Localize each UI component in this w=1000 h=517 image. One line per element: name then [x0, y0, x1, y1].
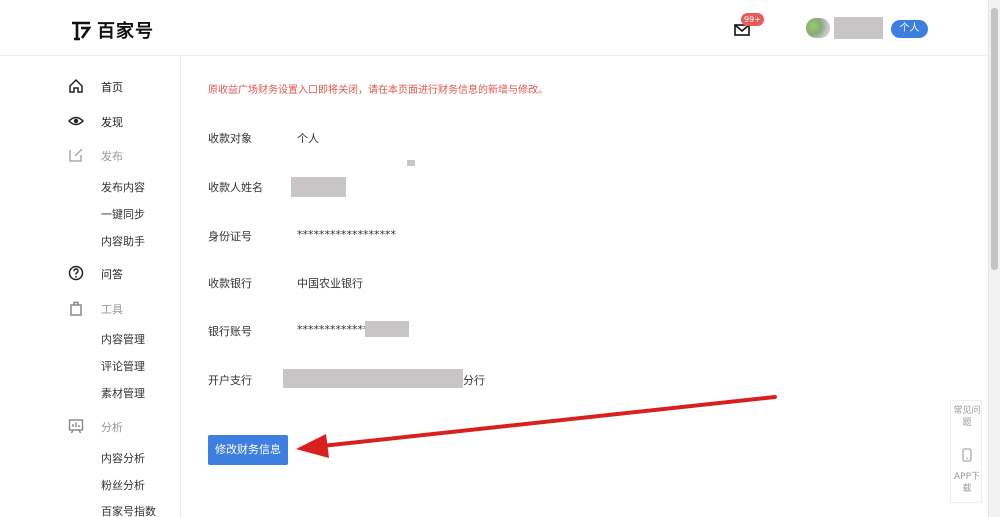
eye-icon: [67, 113, 85, 129]
branch-redacted: [283, 369, 463, 388]
sidebar-item-content-manage[interactable]: 内容管理: [101, 331, 145, 347]
username-redacted[interactable]: [834, 17, 883, 39]
account-number-label: 银行账号: [208, 325, 252, 338]
bank-label: 收款银行: [208, 277, 252, 290]
branch-value: 分行: [463, 374, 485, 387]
redacted-mark: [407, 160, 415, 166]
sidebar-item-label: 问答: [101, 268, 123, 281]
finance-info-panel: 原收益广场财务设置入口即将关闭，请在本页面进行财务信息的新增与修改。 收款对象 …: [182, 57, 988, 517]
home-icon: [68, 78, 84, 94]
phone-icon: [961, 448, 973, 462]
sidebar-item-fans-analysis[interactable]: 粉丝分析: [101, 477, 145, 493]
sidebar-item-comment-manage[interactable]: 评论管理: [101, 358, 145, 374]
sidebar-item-analysis: 分析: [68, 418, 123, 434]
question-icon: [68, 265, 84, 281]
top-bar: 百家号 99+ 个人: [0, 0, 988, 56]
sidebar: 首页 发现 发布 发布内容 一键同步 内容助手 问答 工具 内容管理 评论管理 …: [0, 57, 181, 517]
sidebar-section-label: 工具: [101, 303, 123, 316]
scroll-thumb[interactable]: [991, 8, 998, 270]
payee-type-label: 收款对象: [208, 132, 252, 145]
sidebar-section-label: 发布: [101, 150, 123, 163]
floating-help-panel: 常见问题 APP下载: [950, 400, 982, 503]
page-scrollbar[interactable]: [988, 0, 1000, 517]
sidebar-item-publish-content[interactable]: 发布内容: [101, 179, 145, 195]
logo[interactable]: 百家号: [70, 17, 154, 43]
avatar[interactable]: [806, 18, 830, 38]
role-badge[interactable]: 个人: [891, 20, 928, 38]
account-number-value: **************: [297, 323, 374, 336]
app-download-link[interactable]: APP下载: [951, 471, 983, 495]
payee-type-value: 个人: [297, 132, 319, 145]
sidebar-item-assistant[interactable]: 内容助手: [101, 233, 145, 249]
logo-text: 百家号: [97, 21, 154, 42]
sidebar-item-baijia-index[interactable]: 百家号指数: [101, 503, 156, 517]
branch-label: 开户支行: [208, 374, 252, 387]
sidebar-item-content-analysis[interactable]: 内容分析: [101, 450, 145, 466]
id-number-label: 身份证号: [208, 230, 252, 243]
sidebar-item-home[interactable]: 首页: [68, 78, 123, 94]
payee-name-label: 收款人姓名: [208, 181, 263, 194]
chart-icon: [68, 418, 84, 434]
sidebar-item-sync[interactable]: 一键同步: [101, 206, 145, 222]
id-number-value: ******************: [297, 228, 396, 241]
sidebar-item-label: 发现: [101, 116, 123, 129]
sidebar-item-publish: 发布: [68, 147, 123, 163]
sidebar-item-tools: 工具: [68, 300, 123, 316]
notification-badge: 99+: [741, 13, 764, 26]
sidebar-item-discover[interactable]: 发现: [67, 113, 123, 129]
bag-icon: [68, 300, 84, 316]
sidebar-section-label: 分析: [101, 421, 123, 434]
account-number-redacted: [365, 321, 409, 337]
sidebar-item-material-manage[interactable]: 素材管理: [101, 385, 145, 401]
bank-value: 中国农业银行: [297, 277, 363, 290]
sidebar-item-qa[interactable]: 问答: [68, 265, 123, 281]
edit-icon: [68, 147, 84, 163]
logo-icon: [70, 19, 92, 41]
edit-finance-button[interactable]: 修改财务信息: [208, 435, 288, 465]
faq-link[interactable]: 常见问题: [951, 405, 983, 429]
payee-name-redacted: [291, 177, 346, 197]
notice-text: 原收益广场财务设置入口即将关闭，请在本页面进行财务信息的新增与修改。: [208, 85, 548, 96]
sidebar-item-label: 首页: [101, 81, 123, 94]
